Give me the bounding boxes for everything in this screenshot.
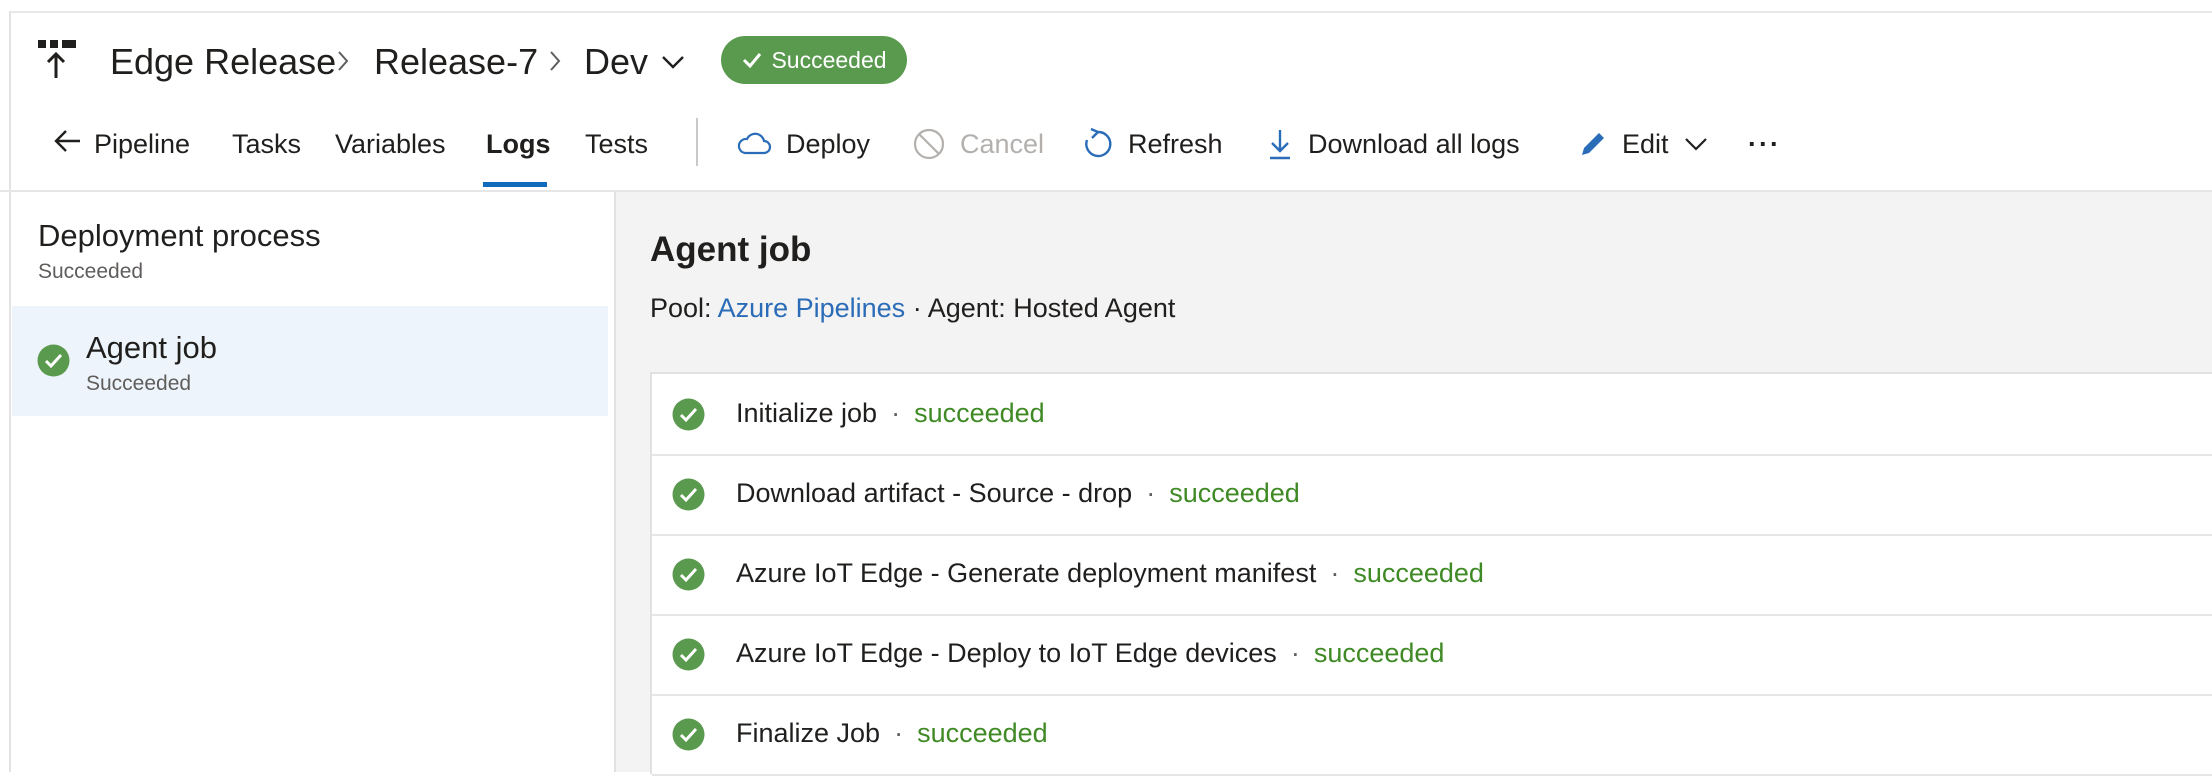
top-border xyxy=(0,0,2212,13)
step-name: Download artifact - Source - drop xyxy=(736,478,1133,508)
success-check-icon xyxy=(672,398,705,431)
step-name: Initialize job xyxy=(736,398,878,428)
cancel-label: Cancel xyxy=(960,129,1045,159)
chevron-down-icon xyxy=(1684,138,1707,151)
step-label: Download artifact - Source - drop · succee… xyxy=(736,474,1300,512)
step-name: Azure IoT Edge - Generate deployment man… xyxy=(736,558,1317,588)
success-check-icon xyxy=(672,638,705,671)
more-actions-button[interactable]: ··· xyxy=(1748,124,1781,164)
job-meta: Pool: Azure Pipelines · Agent: Hosted Ag… xyxy=(650,290,1175,326)
arrow-left-icon[interactable] xyxy=(52,126,82,156)
status-badge: Succeeded xyxy=(721,36,907,84)
breadcrumb-release[interactable]: Release-7 xyxy=(374,38,538,86)
list-item[interactable]: Azure IoT Edge - Deploy to IoT Edge devi… xyxy=(652,614,2212,696)
tab-variables[interactable]: Variables xyxy=(335,124,446,164)
step-label: Finalize Job · succeeded xyxy=(736,714,1048,752)
active-tab-indicator xyxy=(483,182,547,187)
tab-tasks[interactable]: Tasks xyxy=(232,124,301,164)
edit-label: Edit xyxy=(1622,129,1669,159)
download-all-logs-button[interactable]: Download all logs xyxy=(1266,124,1520,164)
step-status: succeeded xyxy=(1313,638,1445,668)
step-status: succeeded xyxy=(914,398,1045,428)
refresh-button[interactable]: Refresh xyxy=(1082,124,1223,164)
download-all-logs-label: Download all logs xyxy=(1308,129,1520,159)
step-label: Azure IoT Edge - Generate deployment man… xyxy=(736,554,1484,592)
list-item[interactable]: Initialize job · succeeded xyxy=(652,374,2212,456)
list-item[interactable]: Azure IoT Edge - Generate deployment man… xyxy=(652,534,2212,616)
deployment-process-title[interactable]: Deployment process xyxy=(38,216,321,256)
tab-logs[interactable]: Logs xyxy=(486,124,551,164)
agent-info: · Agent: Hosted Agent xyxy=(912,293,1176,323)
separator-dot: · xyxy=(1146,478,1156,508)
step-status: succeeded xyxy=(1353,558,1484,588)
separator-dot: · xyxy=(891,398,901,428)
tab-tests[interactable]: Tests xyxy=(585,124,648,164)
agent-job-title[interactable]: Agent job xyxy=(86,328,217,368)
breadcrumb-chevron-icon xyxy=(338,51,349,71)
status-badge-label: Succeeded xyxy=(771,46,887,73)
tab-pipeline[interactable]: Pipeline xyxy=(94,124,190,164)
step-label: Azure IoT Edge - Deploy to IoT Edge devi… xyxy=(736,634,1444,672)
deploy-button[interactable]: Deploy xyxy=(736,124,870,164)
step-label: Initialize job · succeeded xyxy=(736,394,1045,432)
chevron-down-icon[interactable] xyxy=(660,54,686,70)
breadcrumb-stage[interactable]: Dev xyxy=(584,38,648,86)
step-status: succeeded xyxy=(1169,478,1300,508)
agent-job-status: Succeeded xyxy=(86,372,192,395)
deployment-process-status: Succeeded xyxy=(38,260,144,283)
success-check-icon xyxy=(37,344,70,377)
separator-dot: · xyxy=(894,718,904,748)
edit-button[interactable]: Edit xyxy=(1578,124,1709,164)
pool-link[interactable]: Azure Pipelines xyxy=(718,293,906,323)
pencil-icon xyxy=(1582,133,1604,155)
steps-list: Initialize job · succeeded Download artifa… xyxy=(650,372,2212,776)
toolbar-divider xyxy=(696,118,698,166)
cancel-icon xyxy=(913,128,945,160)
job-title: Agent job xyxy=(650,230,812,269)
refresh-icon xyxy=(1085,127,1112,158)
separator-dot: · xyxy=(1330,558,1340,588)
cloud-icon xyxy=(737,132,772,155)
breadcrumb-pipeline[interactable]: Edge Release xyxy=(110,38,336,86)
release-pipeline-icon xyxy=(38,40,76,78)
step-name: Finalize Job xyxy=(736,718,881,748)
step-name: Azure IoT Edge - Deploy to IoT Edge devi… xyxy=(736,638,1277,668)
list-item[interactable]: Finalize Job · succeeded xyxy=(652,694,2212,776)
deploy-label: Deploy xyxy=(786,129,871,159)
checkmark-icon xyxy=(743,53,762,69)
left-border xyxy=(0,11,11,772)
separator-dot: · xyxy=(1290,638,1300,668)
download-icon xyxy=(1270,130,1290,160)
list-item[interactable]: Download artifact - Source - drop · succee… xyxy=(652,454,2212,536)
success-check-icon xyxy=(672,478,705,511)
breadcrumb-chevron-icon xyxy=(550,51,561,71)
refresh-label: Refresh xyxy=(1128,129,1223,159)
pool-label: Pool: xyxy=(650,293,712,323)
cancel-button[interactable]: Cancel xyxy=(912,124,1044,164)
success-check-icon xyxy=(672,558,705,591)
success-check-icon xyxy=(672,718,705,751)
step-status: succeeded xyxy=(917,718,1048,748)
